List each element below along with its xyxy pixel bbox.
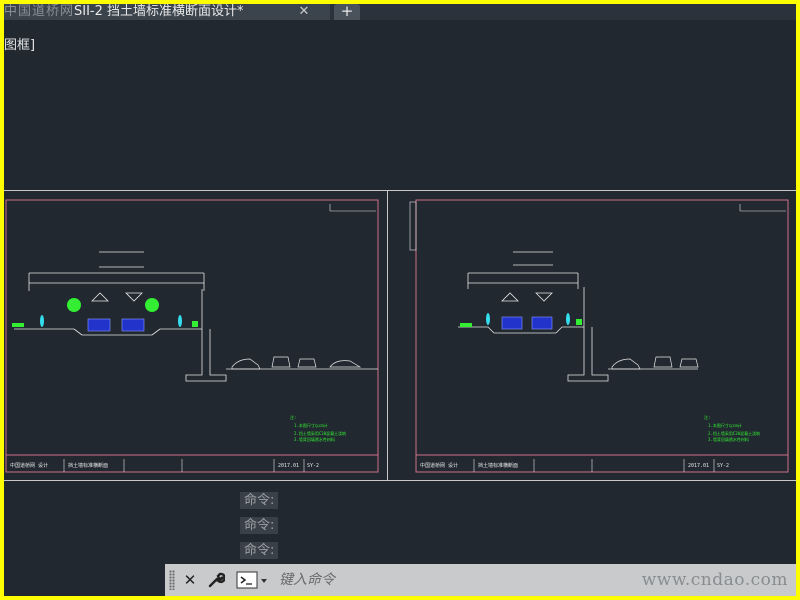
command-input[interactable] — [279, 568, 659, 592]
command-line-bar: ✕ www.cndao.com — [165, 564, 796, 596]
title-block-text: 中国道桥网 设计 — [10, 462, 48, 469]
sheet-date: 2017.01 — [278, 463, 299, 469]
command-history-line: 命令: — [240, 542, 279, 559]
tree — [145, 298, 159, 312]
title-block-text: 挡土墙标准横断面 — [478, 462, 518, 469]
wrench-icon[interactable] — [205, 568, 227, 592]
svg-text:注:: 注: — [704, 414, 710, 420]
viewport-divider — [387, 190, 388, 481]
vehicle — [87, 318, 111, 332]
svg-text:3.墙背回填透水性材料: 3.墙背回填透水性材料 — [708, 436, 749, 442]
sheet-number: SY-2 — [307, 463, 319, 469]
svg-text:注:: 注: — [290, 414, 296, 420]
vehicle — [531, 316, 553, 330]
viewport-border-bottom — [4, 480, 796, 481]
watermark-text: 中国道桥网 — [4, 4, 75, 19]
svg-text:2.挡土墙采用C20混凝土浇筑: 2.挡土墙采用C20混凝土浇筑 — [708, 430, 760, 436]
svg-text:1.本图尺寸以cm计: 1.本图尺寸以cm计 — [294, 422, 328, 428]
vehicle — [121, 318, 145, 332]
command-history-line: 命令: — [240, 517, 279, 534]
viewport-label: 图框] — [4, 38, 36, 53]
close-tab-icon[interactable]: ✕ — [296, 4, 312, 20]
drawing-sheet-right[interactable]: 中国道桥网 设计 挡土墙标准横断面 2017.01 SY-2 注: 1.本图尺寸… — [408, 197, 792, 475]
tab-title: SII-2 挡土墙标准横断面设计* — [74, 4, 244, 19]
sheet-date: 2017.01 — [688, 463, 709, 469]
sheet-number: SY-2 — [717, 463, 729, 469]
document-tab-bar: 中国道桥网SII-2 挡土墙标准横断面设计* ✕ + — [4, 4, 796, 20]
autocad-window: 中国道桥网SII-2 挡土墙标准横断面设计* ✕ + 图框] 中国道桥网 设计 … — [4, 4, 796, 596]
close-icon[interactable]: ✕ — [179, 568, 201, 592]
viewport-border-top — [4, 190, 796, 191]
tree — [67, 298, 81, 312]
drag-handle-icon[interactable] — [169, 570, 175, 590]
command-history-line: 命令: — [240, 492, 279, 509]
tab-drawing[interactable]: 中国道桥网SII-2 挡土墙标准横断面设计* — [4, 4, 330, 20]
command-prompt-icon[interactable] — [235, 568, 275, 592]
drawing-sheet-left[interactable]: 中国道桥网 设计 挡土墙标准横断面 2017.01 SY-2 注: 1.本图尺寸… — [4, 197, 382, 475]
svg-text:1.本图尺寸以cm计: 1.本图尺寸以cm计 — [708, 422, 742, 428]
title-block-text: 中国道桥网 设计 — [420, 462, 458, 469]
svg-text:2.挡土墙采用C20混凝土浇筑: 2.挡土墙采用C20混凝土浇筑 — [294, 430, 346, 436]
vehicle — [501, 316, 523, 330]
new-tab-button[interactable]: + — [334, 4, 360, 20]
site-watermark: www.cndao.com — [641, 570, 788, 590]
title-block-text: 挡土墙标准横断面 — [68, 462, 108, 469]
svg-text:3.墙背回填透水性材料: 3.墙背回填透水性材料 — [294, 436, 335, 442]
